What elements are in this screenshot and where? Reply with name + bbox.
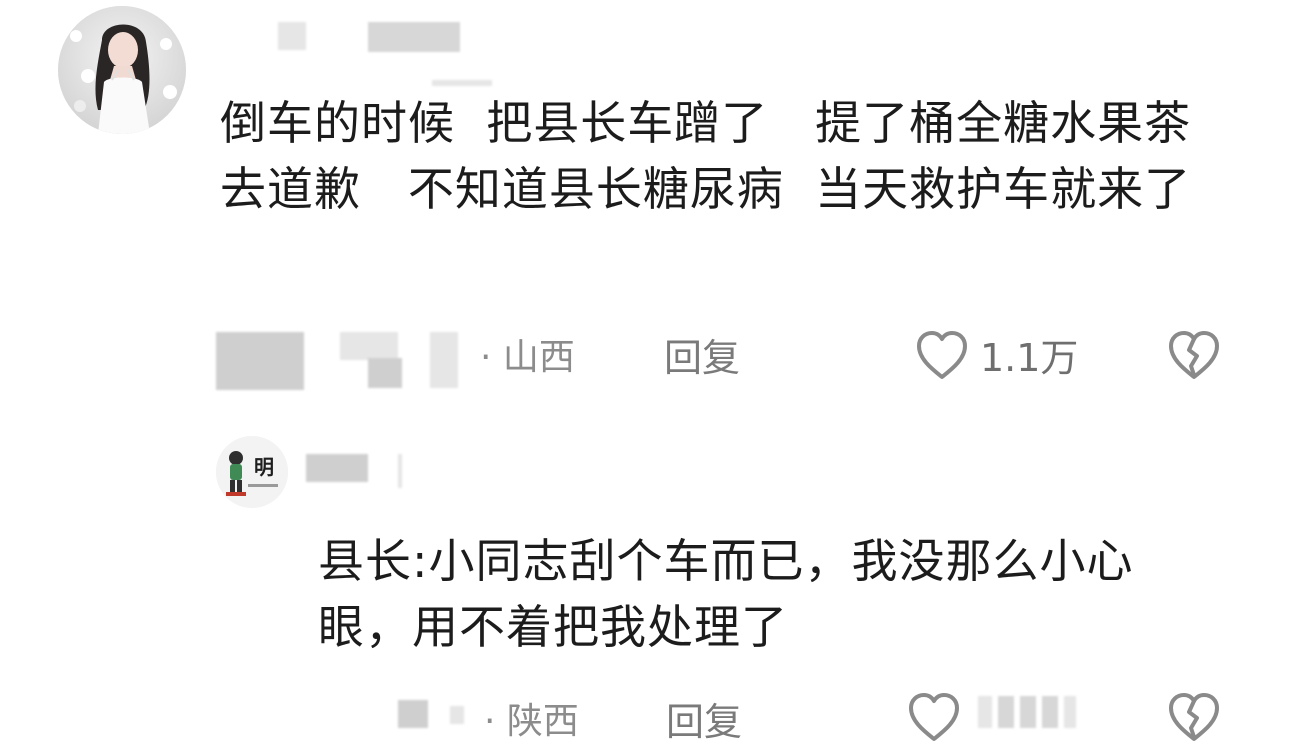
comment-item: 明 县长:小同志刮个车而已，我没那么小心眼，用不着把我处理了 · 陕西 回复 [0,400,1290,743]
like-count-redacted [1042,696,1058,728]
username-redacted [432,80,492,86]
heart-outline-icon[interactable] [914,330,970,382]
avatar-text: 明 [254,455,274,479]
reply-button[interactable]: 回复 [664,338,740,378]
broken-heart-icon[interactable] [1166,692,1222,744]
username-redacted [216,332,304,390]
like-count-redacted [1064,696,1076,728]
comment-text: 倒车的时候 把县长车蹭了 提了桶全糖水果茶去道歉 不知道县长糖尿病 当天救护车就… [220,96,1192,216]
like-count-redacted [1020,696,1036,728]
username-redacted [430,332,458,388]
location-label: · 陕西 [484,701,579,742]
commenter-avatar[interactable] [58,6,186,134]
username-redacted [278,22,306,50]
broken-heart-icon[interactable] [1166,330,1222,382]
username-redacted [398,700,428,728]
username-redacted [340,332,398,360]
location-label: · 山西 [480,337,575,378]
like-count: 1.1万 [980,336,1079,380]
username-redacted [450,706,464,724]
like-count-redacted [978,696,992,728]
username-redacted [306,454,368,482]
avatar-image [58,6,186,134]
username-redacted [368,22,460,52]
like-count-redacted [998,696,1014,728]
reply-button[interactable]: 回复 [666,702,742,742]
commenter-avatar[interactable]: 明 [216,436,288,508]
heart-outline-icon[interactable] [906,692,962,744]
avatar-image: 明 [216,436,288,508]
comment-text: 县长:小同志刮个车而已，我没那么小心眼，用不着把我处理了 [318,534,1134,654]
username-redacted [368,358,402,388]
username-redacted [398,454,402,488]
comment-item: 倒车的时候 把县长车蹭了 提了桶全糖水果茶去道歉 不知道县长糖尿病 当天救护车就… [0,0,1290,400]
